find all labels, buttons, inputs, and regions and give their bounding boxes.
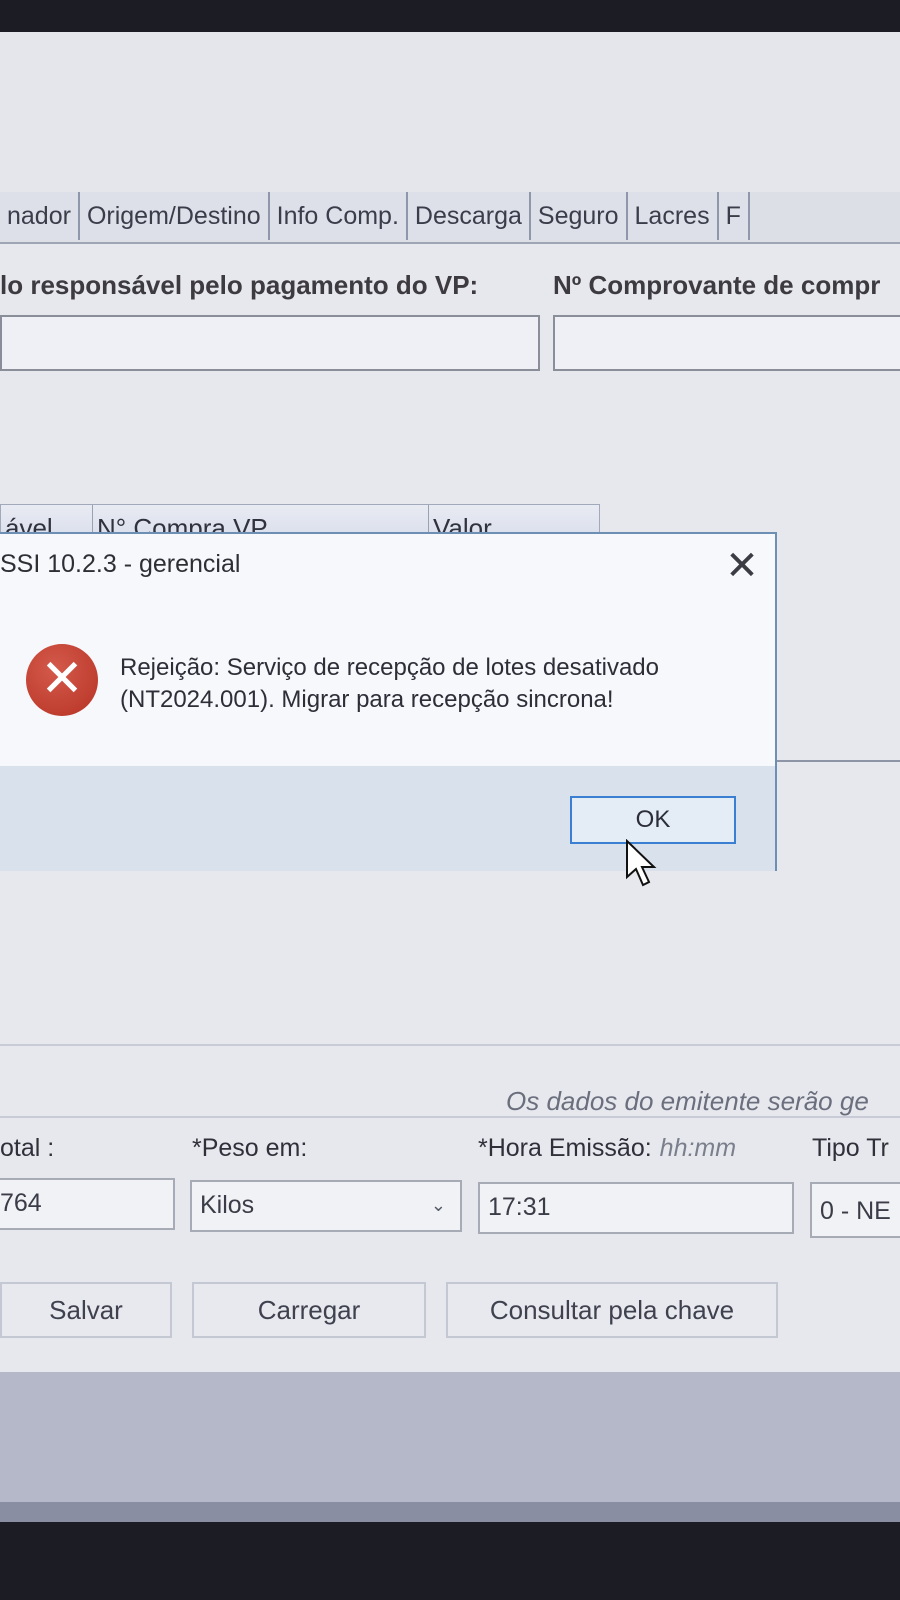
tipo-select[interactable]: 0 - NE — [810, 1182, 900, 1238]
app-screen: nador Origem/Destino Info Comp. Descarga… — [0, 32, 900, 1522]
dialog-title: SSI 10.2.3 - gerencial — [0, 550, 241, 578]
peso-select-value: Kilos — [200, 1191, 255, 1219]
vp-receipt-field[interactable] — [553, 315, 900, 371]
error-message: Rejeição: Serviço de recepção de lotes d… — [120, 654, 659, 713]
error-dialog: SSI 10.2.3 - gerencial ✕ ✕ Rejeição: Ser… — [0, 532, 777, 871]
consultar-chave-button[interactable]: Consultar pela chave — [446, 1282, 778, 1338]
tab-seguro[interactable]: Seguro — [530, 192, 628, 240]
table-border — [775, 760, 900, 762]
tipo-label: Tipo Tr — [812, 1134, 889, 1162]
window-top-area — [0, 32, 900, 192]
tab-info-comp[interactable]: Info Comp. — [269, 192, 408, 240]
hora-format-hint: hh:mm — [659, 1134, 737, 1162]
close-icon[interactable]: ✕ — [720, 544, 764, 588]
hora-emissao-label: *Hora Emissão: hh:mm — [478, 1134, 736, 1163]
chevron-down-icon: ⌄ — [430, 1195, 446, 1215]
tab-descarga[interactable]: Descarga — [407, 192, 531, 240]
peso-select[interactable]: Kilos ⌄ — [190, 1180, 462, 1232]
tab-tomador[interactable]: nador — [0, 192, 80, 240]
mouse-cursor-icon — [626, 839, 657, 887]
total-field[interactable]: 764 — [0, 1178, 175, 1230]
tab-bar: nador Origem/Destino Info Comp. Descarga… — [0, 192, 900, 244]
peso-label: *Peso em: — [192, 1134, 308, 1162]
hora-emissao-field[interactable]: 17:31 — [478, 1182, 794, 1234]
taskbar-edge — [0, 1502, 900, 1522]
ok-button[interactable]: OK — [570, 796, 736, 844]
carregar-button[interactable]: Carregar — [192, 1282, 426, 1338]
vp-responsible-label: lo responsável pelo pagamento do VP: — [0, 270, 479, 300]
section-divider — [0, 1044, 900, 1046]
salvar-button[interactable]: Salvar — [0, 1282, 172, 1338]
section-divider — [0, 1116, 900, 1118]
vp-receipt-label: Nº Comprovante de compr — [553, 270, 881, 300]
hora-emissao-label-text: *Hora Emissão: — [478, 1134, 652, 1162]
error-icon: ✕ — [26, 644, 98, 716]
tab-lacres[interactable]: Lacres — [627, 192, 719, 240]
taskbar-area — [0, 1372, 900, 1522]
vp-responsible-field[interactable] — [0, 315, 540, 371]
emitente-info-text: Os dados do emitente serão ge — [506, 1086, 869, 1116]
tab-origem-destino[interactable]: Origem/Destino — [79, 192, 270, 240]
tab-partial[interactable]: F — [718, 192, 750, 240]
total-label: otal : — [0, 1134, 55, 1162]
